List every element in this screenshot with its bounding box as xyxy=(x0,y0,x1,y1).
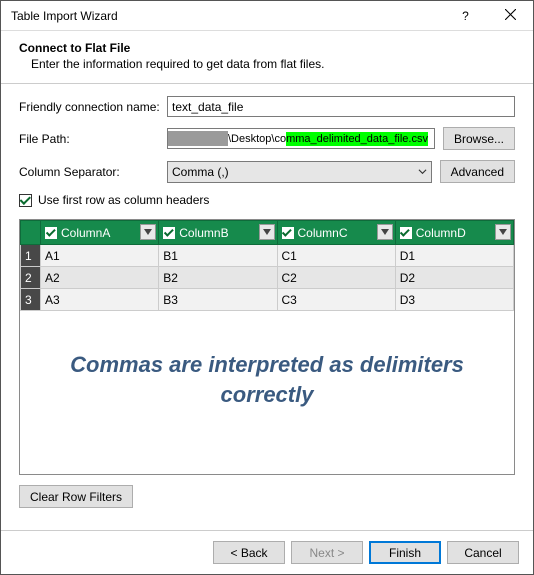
column-label: ColumnB xyxy=(179,226,228,240)
filter-button[interactable] xyxy=(259,224,275,240)
cell[interactable]: B2 xyxy=(159,267,277,289)
browse-button[interactable]: Browse... xyxy=(443,127,515,150)
help-button[interactable]: ? xyxy=(443,1,488,31)
column-separator-select[interactable]: Comma (,) xyxy=(167,161,432,183)
column-separator-label: Column Separator: xyxy=(19,165,167,179)
friendly-name-row: Friendly connection name: xyxy=(19,96,515,117)
cell[interactable]: D3 xyxy=(395,289,513,311)
file-path-prefix: \Desktop\co xyxy=(228,132,286,146)
clear-row-filters-button[interactable]: Clear Row Filters xyxy=(19,485,133,508)
filter-button[interactable] xyxy=(495,224,511,240)
friendly-name-label: Friendly connection name: xyxy=(19,100,167,114)
cell[interactable]: C2 xyxy=(277,267,395,289)
file-path-input[interactable]: \Desktop\co mma_delimited_data_file.csv xyxy=(167,128,435,149)
rownum-header xyxy=(21,221,41,245)
page-title: Connect to Flat File xyxy=(19,41,515,55)
cell[interactable]: D2 xyxy=(395,267,513,289)
use-first-row-checkbox[interactable] xyxy=(19,194,32,207)
chevron-down-icon xyxy=(418,165,427,179)
advanced-button[interactable]: Advanced xyxy=(440,160,515,183)
form-area: Friendly connection name: File Path: \De… xyxy=(1,84,533,219)
cell[interactable]: A1 xyxy=(41,245,159,267)
filter-button[interactable] xyxy=(140,224,156,240)
column-header-d[interactable]: ColumnD xyxy=(395,221,513,245)
wizard-window: Table Import Wizard ? Connect to Flat Fi… xyxy=(0,0,534,575)
column-header-a[interactable]: ColumnA xyxy=(41,221,159,245)
cell[interactable]: D1 xyxy=(395,245,513,267)
column-separator-value: Comma (,) xyxy=(172,165,229,179)
table-row: 1 A1 B1 C1 D1 xyxy=(21,245,514,267)
titlebar: Table Import Wizard ? xyxy=(1,1,533,31)
row-number: 1 xyxy=(21,245,41,267)
finish-button[interactable]: Finish xyxy=(369,541,441,564)
page-subtitle: Enter the information required to get da… xyxy=(19,57,515,71)
column-checkbox-icon[interactable] xyxy=(163,227,175,239)
column-header-c[interactable]: ColumnC xyxy=(277,221,395,245)
cell[interactable]: A3 xyxy=(41,289,159,311)
cell[interactable]: C3 xyxy=(277,289,395,311)
column-separator-row: Column Separator: Comma (,) Advanced xyxy=(19,160,515,183)
column-label: ColumnC xyxy=(298,226,348,240)
wizard-header: Connect to Flat File Enter the informati… xyxy=(1,31,533,84)
wizard-footer: < Back Next > Finish Cancel xyxy=(1,530,533,574)
column-checkbox-icon[interactable] xyxy=(400,227,412,239)
window-title: Table Import Wizard xyxy=(11,9,443,23)
back-button[interactable]: < Back xyxy=(213,541,285,564)
data-table: ColumnA ColumnB xyxy=(20,220,514,311)
friendly-name-input[interactable] xyxy=(167,96,515,117)
cell[interactable]: B1 xyxy=(159,245,277,267)
close-icon xyxy=(505,9,516,23)
table-row: 3 A3 B3 C3 D3 xyxy=(21,289,514,311)
use-first-row-label: Use first row as column headers xyxy=(38,193,209,207)
column-checkbox-icon[interactable] xyxy=(282,227,294,239)
cell[interactable]: A2 xyxy=(41,267,159,289)
preview-grid: ColumnA ColumnB xyxy=(19,219,515,475)
row-number: 2 xyxy=(21,267,41,289)
column-checkbox-icon[interactable] xyxy=(45,227,57,239)
cancel-button[interactable]: Cancel xyxy=(447,541,519,564)
cell[interactable]: C1 xyxy=(277,245,395,267)
column-label: ColumnA xyxy=(61,226,110,240)
close-button[interactable] xyxy=(488,1,533,31)
column-label: ColumnD xyxy=(416,226,466,240)
use-first-row-checkbox-row: Use first row as column headers xyxy=(19,193,515,207)
file-path-row: File Path: \Desktop\co mma_delimited_dat… xyxy=(19,127,515,150)
filter-button[interactable] xyxy=(377,224,393,240)
column-header-b[interactable]: ColumnB xyxy=(159,221,277,245)
annotation-text: Commas are interpreted as delimiters cor… xyxy=(20,350,514,409)
file-path-highlight: mma_delimited_data_file.csv xyxy=(286,132,428,146)
cell[interactable]: B3 xyxy=(159,289,277,311)
next-button: Next > xyxy=(291,541,363,564)
table-row: 2 A2 B2 C2 D2 xyxy=(21,267,514,289)
help-icon: ? xyxy=(462,9,469,23)
file-path-label: File Path: xyxy=(19,132,167,146)
row-number: 3 xyxy=(21,289,41,311)
below-grid-area: Clear Row Filters xyxy=(1,475,533,518)
file-path-redacted xyxy=(168,131,228,146)
